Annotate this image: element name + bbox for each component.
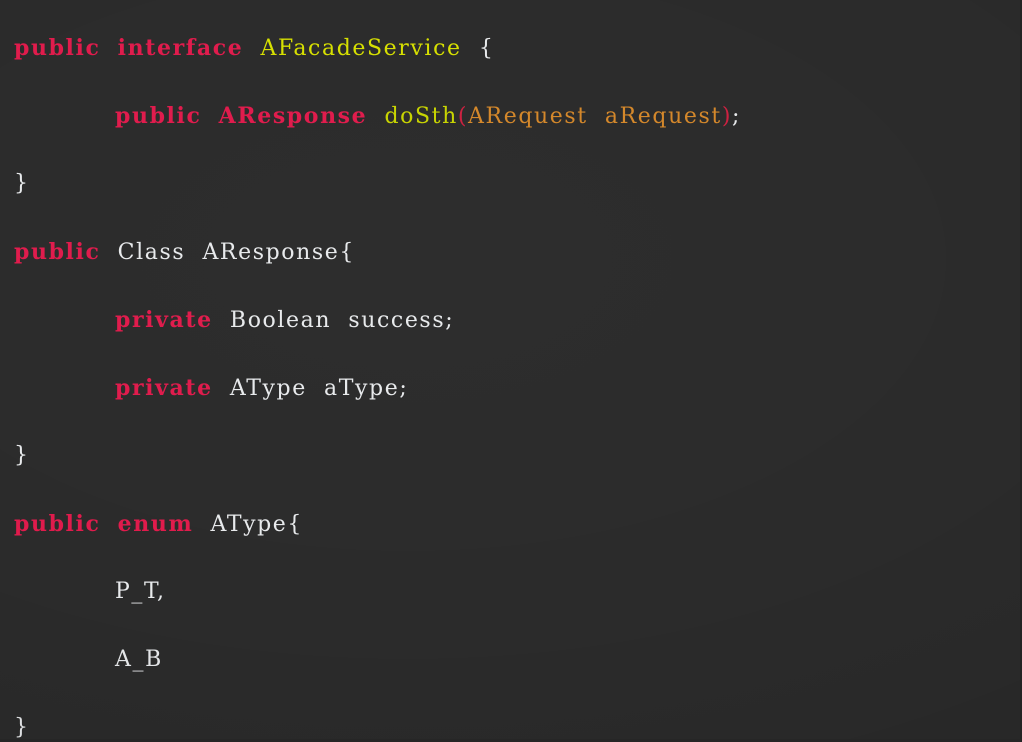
code-line: public enum AType{ [0, 490, 1020, 558]
code-token-param: aRequest [604, 104, 722, 129]
code-token-ident: A_B [115, 647, 163, 672]
code-token-type: AType [229, 376, 307, 401]
code-token-punct: ; [732, 104, 742, 129]
code-line: public Class AResponse{ [0, 218, 1020, 286]
code-snippet-viewport: public interface AFacadeService {public … [0, 0, 1022, 742]
code-token-type: Class [117, 240, 186, 265]
code-token-keyword: enum [117, 511, 194, 537]
code-token-keyword: public [14, 35, 101, 61]
code-token-brace: } [14, 171, 30, 196]
code-token-ident: P_T, [115, 579, 166, 604]
code-token-plain: AResponse{ [202, 240, 356, 265]
code-token-keyword: public [115, 103, 202, 129]
code-token-type: Boolean [229, 308, 332, 333]
code-line: private AType aType; [0, 354, 1020, 422]
code-line: public interface AFacadeService { [0, 14, 1020, 82]
code-token-redtype: AResponse [218, 103, 368, 129]
code-line: P_T, [0, 558, 1020, 626]
code-token-keyword: public [14, 511, 101, 537]
code-token-brace: } [14, 715, 30, 740]
code-token-paren: ) [721, 104, 733, 129]
code-token-plain: AType{ [210, 512, 304, 537]
code-token-ident: success; [348, 308, 455, 333]
code-line: } [0, 150, 1020, 218]
code-token-classname: AFacadeService [260, 36, 462, 61]
code-token-keyword: public [14, 239, 101, 265]
code-line: } [0, 422, 1020, 490]
code-token-paren: ( [457, 104, 469, 129]
code-line: private Boolean success; [0, 286, 1020, 354]
code-token-brace: } [14, 443, 30, 468]
code-block[interactable]: public interface AFacadeService {public … [0, 0, 1020, 739]
code-token-keyword: private [115, 375, 213, 401]
code-token-keyword: private [115, 307, 213, 333]
code-line: A_B [0, 626, 1020, 694]
code-token-ident: aType; [324, 376, 409, 401]
code-line: } [0, 694, 1020, 740]
code-token-brace: { [478, 36, 495, 61]
code-token-param: ARequest [468, 104, 588, 129]
code-token-keyword: interface [117, 35, 244, 61]
code-token-method: doSth [384, 104, 458, 129]
code-line: public AResponse doSth(ARequest aRequest… [0, 82, 1020, 150]
